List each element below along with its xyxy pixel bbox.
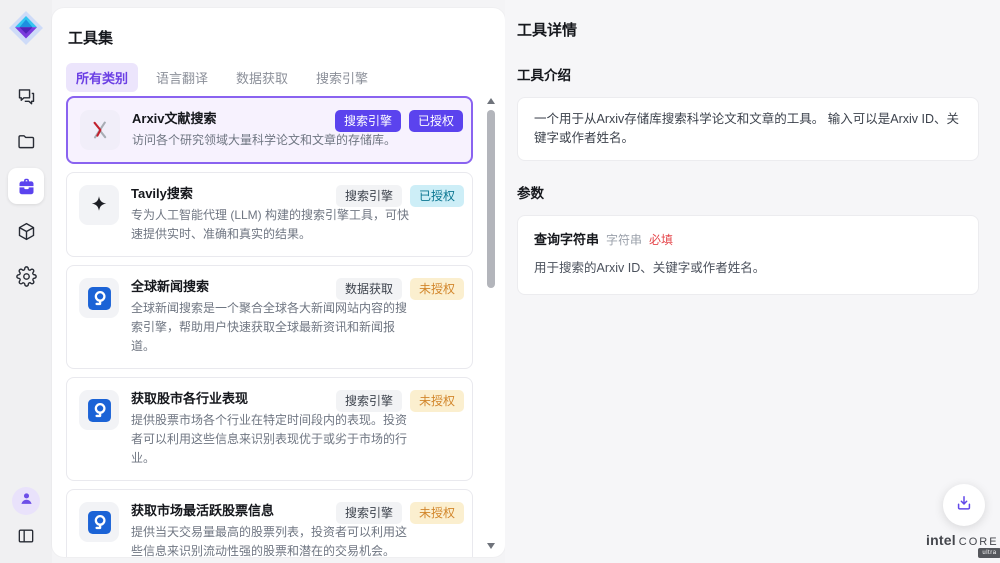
intro-box: 一个用于从Arxiv存储库搜索科学论文和文章的工具。 输入可以是Arxiv ID… xyxy=(517,97,979,161)
auth-status-badge: 已授权 xyxy=(410,185,464,207)
sidebar-item-collapse[interactable] xyxy=(11,523,41,553)
tool-card[interactable]: 全球新闻搜索 全球新闻搜索是一个聚合全球各大新闻网站内容的搜索引擎，帮助用户快速… xyxy=(66,265,473,369)
tool-description: 专为人工智能代理 (LLM) 构建的搜索引擎工具，可快速提供实时、准确和真实的结… xyxy=(131,206,417,244)
parameter-box: 查询字符串 字符串 必填 用于搜索的Arxiv ID、关键字或作者姓名。 xyxy=(517,215,979,295)
scrollbar xyxy=(486,98,496,549)
intel-wordmark: intel xyxy=(926,532,956,548)
gear-icon xyxy=(16,266,37,287)
parameter-description: 用于搜索的Arxiv ID、关键字或作者姓名。 xyxy=(534,259,962,278)
star-tool-icon xyxy=(79,185,119,225)
core-wordmark: core xyxy=(959,536,999,548)
tool-badges: 搜索引擎 未授权 xyxy=(336,502,464,524)
tool-badges: 搜索引擎 已授权 xyxy=(336,185,464,207)
tool-badges: 数据获取 未授权 xyxy=(336,278,464,300)
sidebar-item-tools[interactable] xyxy=(8,168,44,204)
sidebar-item-profile[interactable] xyxy=(12,487,40,515)
search-tool-icon xyxy=(79,502,119,542)
auth-status-badge: 未授权 xyxy=(410,390,464,412)
category-badge: 数据获取 xyxy=(336,278,402,300)
sidebar-item-files[interactable] xyxy=(8,123,44,159)
tab-data[interactable]: 数据获取 xyxy=(226,63,298,92)
tool-description: 访问各个研究领域大量科学论文和文章的存储库。 xyxy=(132,131,418,150)
tool-description: 全球新闻搜索是一个聚合全球各大新闻网站内容的搜索引擎，帮助用户快速获取全球最新资… xyxy=(131,299,417,356)
sidebar-bottom xyxy=(11,487,41,553)
arxiv-tool-icon xyxy=(80,110,120,150)
search-tool-icon xyxy=(79,278,119,318)
scrollbar-thumb[interactable] xyxy=(487,110,495,288)
auth-status-badge: 未授权 xyxy=(410,502,464,524)
auth-status-badge: 未授权 xyxy=(410,278,464,300)
folder-icon xyxy=(16,131,37,152)
sidebar-item-packages[interactable] xyxy=(8,213,44,249)
tool-details-panel: 工具详情 工具介绍 一个用于从Arxiv存储库搜索科学论文和文章的工具。 输入可… xyxy=(505,0,1000,563)
tools-panel: 工具集 所有类别语言翻译数据获取搜索引擎 Arxiv文献搜索 访问各个研究领域大… xyxy=(52,8,505,557)
tool-card[interactable]: 获取股市各行业表现 提供股票市场各个行业在特定时间段内的表现。投资者可以利用这些… xyxy=(66,377,473,481)
tool-card[interactable]: Arxiv文献搜索 访问各个研究领域大量科学论文和文章的存储库。 搜索引擎 已授… xyxy=(66,96,473,164)
tool-description: 提供股票市场各个行业在特定时间段内的表现。投资者可以利用这些信息来识别表现优于或… xyxy=(131,411,417,468)
sidebar xyxy=(0,0,52,563)
details-title: 工具详情 xyxy=(517,19,979,40)
category-tabs: 所有类别语言翻译数据获取搜索引擎 xyxy=(66,63,505,92)
tool-card-list: Arxiv文献搜索 访问各个研究领域大量科学论文和文章的存储库。 搜索引擎 已授… xyxy=(66,96,473,557)
gem-logo-icon xyxy=(8,10,44,46)
parameter-name: 查询字符串 xyxy=(534,230,599,249)
search-tool-icon xyxy=(79,390,119,430)
tool-badges: 搜索引擎 已授权 xyxy=(335,110,463,132)
sidebar-item-chat[interactable] xyxy=(8,78,44,114)
user-avatar-icon xyxy=(18,490,35,512)
chat-icon xyxy=(16,86,37,107)
category-badge: 搜索引擎 xyxy=(336,390,402,412)
panel-toggle-icon xyxy=(16,526,36,551)
sidebar-item-settings[interactable] xyxy=(8,258,44,294)
toolbox-icon xyxy=(16,176,37,197)
scroll-down-arrow[interactable] xyxy=(487,543,495,549)
category-badge: 搜索引擎 xyxy=(335,110,401,132)
tab-translate[interactable]: 语言翻译 xyxy=(146,63,218,92)
parameter-type: 字符串 xyxy=(606,231,642,250)
tool-badges: 搜索引擎 未授权 xyxy=(336,390,464,412)
parameter-header: 查询字符串 字符串 必填 xyxy=(534,230,962,250)
tab-all[interactable]: 所有类别 xyxy=(66,63,138,92)
tab-search[interactable]: 搜索引擎 xyxy=(306,63,378,92)
tool-card[interactable]: 获取市场最活跃股票信息 提供当天交易量最高的股票列表，投资者可以利用这些信息来识… xyxy=(66,489,473,557)
page-title: 工具集 xyxy=(68,27,505,48)
app-window: 工具集 所有类别语言翻译数据获取搜索引擎 Arxiv文献搜索 访问各个研究领域大… xyxy=(0,0,1000,563)
download-button[interactable] xyxy=(943,484,985,526)
download-icon xyxy=(954,493,974,518)
category-badge: 搜索引擎 xyxy=(336,185,402,207)
tool-card[interactable]: Tavily搜索 专为人工智能代理 (LLM) 构建的搜索引擎工具，可快速提供实… xyxy=(66,172,473,257)
scroll-up-arrow[interactable] xyxy=(487,98,495,104)
required-badge: 必填 xyxy=(649,231,673,250)
ultra-badge: ultra xyxy=(978,548,1000,558)
auth-status-badge: 已授权 xyxy=(409,110,463,132)
params-heading: 参数 xyxy=(517,182,979,202)
category-badge: 搜索引擎 xyxy=(336,502,402,524)
intel-core-logo: intelcore ultra xyxy=(926,532,999,550)
sidebar-nav xyxy=(8,78,44,294)
intro-heading: 工具介绍 xyxy=(517,64,979,84)
intro-text: 一个用于从Arxiv存储库搜索科学论文和文章的工具。 输入可以是Arxiv ID… xyxy=(534,112,959,145)
cube-icon xyxy=(16,221,37,242)
tool-description: 提供当天交易量最高的股票列表，投资者可以利用这些信息来识别流动性强的股票和潜在的… xyxy=(131,523,417,557)
